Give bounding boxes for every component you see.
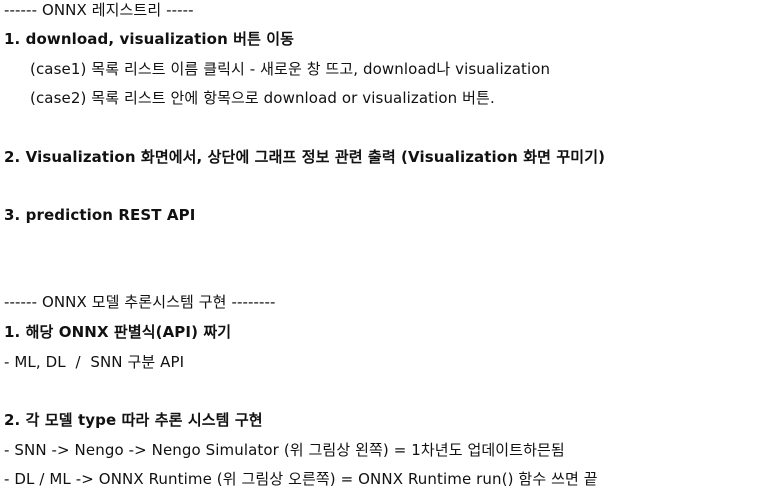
registry-item-3: 3. prediction REST API: [4, 206, 196, 224]
registry-section-header: ------ ONNX 레지스트리 -----: [4, 1, 194, 19]
inference-item-2-title: 2. 각 모델 type 따라 추론 시스템 구현: [4, 411, 263, 429]
registry-item-1-case1: (case1) 목록 리스트 이름 클릭시 - 새로운 창 뜨고, downlo…: [30, 60, 551, 78]
registry-item-2: 2. Visualization 화면에서, 상단에 그래프 정보 관련 출력 …: [4, 148, 606, 166]
document: ------ ONNX 레지스트리 ----- 1. download, vis…: [0, 0, 768, 494]
inference-item-2-detail-snn: - SNN -> Nengo -> Nengo Simulator (위 그림상…: [4, 441, 565, 459]
inference-item-1-detail: - ML, DL / SNN 구분 API: [4, 353, 185, 371]
inference-item-1-title: 1. 해당 ONNX 판별식(API) 짜기: [4, 323, 232, 341]
inference-section-header: ------ ONNX 모델 추론시스템 구현 --------: [4, 293, 276, 311]
registry-item-1-title: 1. download, visualization 버튼 이동: [4, 30, 295, 48]
inference-item-2-detail-dl-ml: - DL / ML -> ONNX Runtime (위 그림상 오른쪽) = …: [4, 470, 598, 488]
registry-item-1-case2: (case2) 목록 리스트 안에 항목으로 download or visua…: [30, 89, 495, 107]
